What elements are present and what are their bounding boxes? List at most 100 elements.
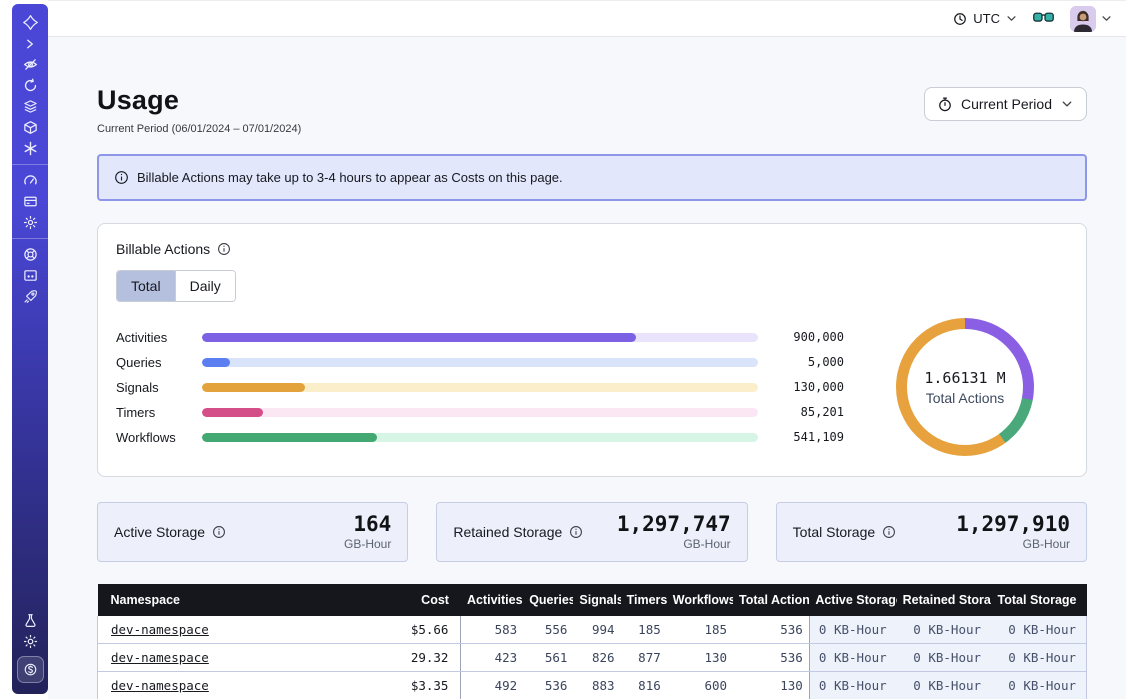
billable-actions-title: Billable Actions: [116, 241, 210, 257]
page-header: Usage Current Period (06/01/2024 – 07/01…: [97, 37, 1087, 135]
main-content: Usage Current Period (06/01/2024 – 07/01…: [48, 37, 1126, 699]
asterisk-icon[interactable]: [12, 138, 48, 159]
temporal-logo[interactable]: [12, 12, 48, 33]
bar-label: Signals: [116, 380, 202, 395]
stopwatch-icon: [938, 97, 952, 112]
namespace-link[interactable]: dev-namespace: [111, 650, 209, 665]
namespace-link[interactable]: dev-namespace: [111, 678, 209, 693]
cell-queries: 556: [523, 616, 573, 644]
cell-total-actions: 130: [733, 672, 809, 700]
history-icon[interactable]: [12, 75, 48, 96]
user-avatar: [1070, 6, 1096, 32]
donut-total-value: 1.66131 M: [924, 369, 1005, 387]
col-header-queries: Queries: [523, 584, 573, 616]
cell-total-storage: 0 KB-Hour: [991, 672, 1086, 700]
cell-total-storage: 0 KB-Hour: [991, 644, 1086, 672]
bar-value: 541,109: [758, 430, 844, 444]
bar-row-workflows: Workflows 541,109: [116, 425, 844, 450]
table-row: dev-namespace $5.66 583 556 994 185 185 …: [98, 616, 1087, 644]
storage-card-value: 1,297,910: [956, 513, 1070, 536]
col-header-total-storage: Total Storage: [991, 584, 1086, 616]
support-lifebuoy-icon[interactable]: [12, 244, 48, 265]
bar-row-queries: Queries 5,000: [116, 350, 844, 375]
total-actions-donut: 1.66131 M Total Actions: [896, 318, 1034, 456]
bar-track: [202, 383, 758, 392]
cell-retained-storage: 0 KB-Hour: [897, 672, 991, 700]
namespace-usage-table: Namespace Cost Activities Queries Signal…: [97, 584, 1087, 699]
cell-queries: 536: [523, 672, 573, 700]
retained-storage-card: Retained Storage 1,297,747 GB-Hour: [436, 502, 747, 562]
info-icon[interactable]: [212, 525, 226, 539]
bar-label: Activities: [116, 330, 202, 345]
storage-card-unit: GB-Hour: [617, 537, 731, 551]
user-menu[interactable]: [1070, 6, 1112, 32]
settings-gear-icon[interactable]: [12, 212, 48, 233]
bar-track: [202, 333, 758, 342]
storage-card-label: Total Storage: [793, 524, 876, 540]
col-header-workflows: Workflows: [667, 584, 733, 616]
cell-workflows: 185: [667, 616, 733, 644]
period-button-label: Current Period: [961, 96, 1052, 112]
info-icon[interactable]: [569, 525, 583, 539]
cube-icon[interactable]: [12, 117, 48, 138]
billing-card-icon[interactable]: [12, 191, 48, 212]
bar-track: [202, 358, 758, 367]
bar-label: Queries: [116, 355, 202, 370]
storage-card-label: Retained Storage: [453, 524, 562, 540]
cell-signals: 994: [573, 616, 620, 644]
collapse-chevron-icon[interactable]: [12, 33, 48, 54]
feedback-terminal-icon[interactable]: [12, 265, 48, 286]
cell-active-storage: 0 KB-Hour: [809, 616, 896, 644]
tab-daily[interactable]: Daily: [175, 271, 235, 301]
layers-icon[interactable]: [12, 96, 48, 117]
timezone-selector[interactable]: UTC: [953, 11, 1017, 26]
info-icon[interactable]: [882, 525, 896, 539]
cell-cost: $5.66: [361, 616, 461, 644]
cell-timers: 877: [621, 644, 667, 672]
chevron-down-icon: [1101, 13, 1112, 24]
clock-icon: [953, 12, 967, 26]
billable-chart-area: Activities 900,000 Queries 5,000 Signals…: [116, 318, 1062, 456]
bar-row-activities: Activities 900,000: [116, 325, 844, 350]
usage-gauge-icon[interactable]: [12, 170, 48, 191]
storage-card-label: Active Storage: [114, 524, 205, 540]
banner-text: Billable Actions may take up to 3-4 hour…: [137, 170, 563, 185]
cell-total-storage: 0 KB-Hour: [991, 616, 1086, 644]
namespace-link[interactable]: dev-namespace: [111, 622, 209, 637]
cell-active-storage: 0 KB-Hour: [809, 672, 896, 700]
cell-workflows: 600: [667, 672, 733, 700]
tab-total[interactable]: Total: [117, 271, 175, 301]
billable-bar-chart: Activities 900,000 Queries 5,000 Signals…: [116, 325, 844, 450]
col-header-timers: Timers: [621, 584, 667, 616]
cell-workflows: 130: [667, 644, 733, 672]
cell-retained-storage: 0 KB-Hour: [897, 644, 991, 672]
info-icon[interactable]: [217, 242, 231, 256]
donut-caption: Total Actions: [926, 390, 1005, 406]
sidebar-divider: [12, 238, 48, 239]
info-banner: Billable Actions may take up to 3-4 hour…: [97, 154, 1087, 201]
rocket-icon[interactable]: [12, 286, 48, 307]
billable-view-tabs: Total Daily: [116, 270, 236, 302]
glasses-icon[interactable]: [1033, 12, 1054, 25]
col-header-activities: Activities: [461, 584, 523, 616]
bar-track: [202, 408, 758, 417]
theme-sun-icon[interactable]: [12, 631, 48, 652]
bar-value: 130,000: [758, 380, 844, 394]
period-selector-button[interactable]: Current Period: [924, 87, 1087, 121]
storage-card-unit: GB-Hour: [344, 537, 391, 551]
page-title: Usage: [97, 85, 301, 116]
bar-fill: [202, 433, 377, 442]
col-header-total-actions: Total Actions: [733, 584, 809, 616]
bar-row-signals: Signals 130,000: [116, 375, 844, 400]
pricing-dollar-icon[interactable]: [12, 652, 48, 686]
chevron-down-icon: [1061, 98, 1073, 110]
col-header-cost: Cost: [361, 584, 461, 616]
eye-icon[interactable]: [12, 54, 48, 75]
bar-fill: [202, 383, 305, 392]
sidebar: [12, 4, 48, 694]
bar-fill: [202, 333, 636, 342]
cell-activities: 492: [461, 672, 523, 700]
cell-timers: 816: [621, 672, 667, 700]
labs-flask-icon[interactable]: [12, 610, 48, 631]
col-header-active-storage: Active Storage: [809, 584, 896, 616]
